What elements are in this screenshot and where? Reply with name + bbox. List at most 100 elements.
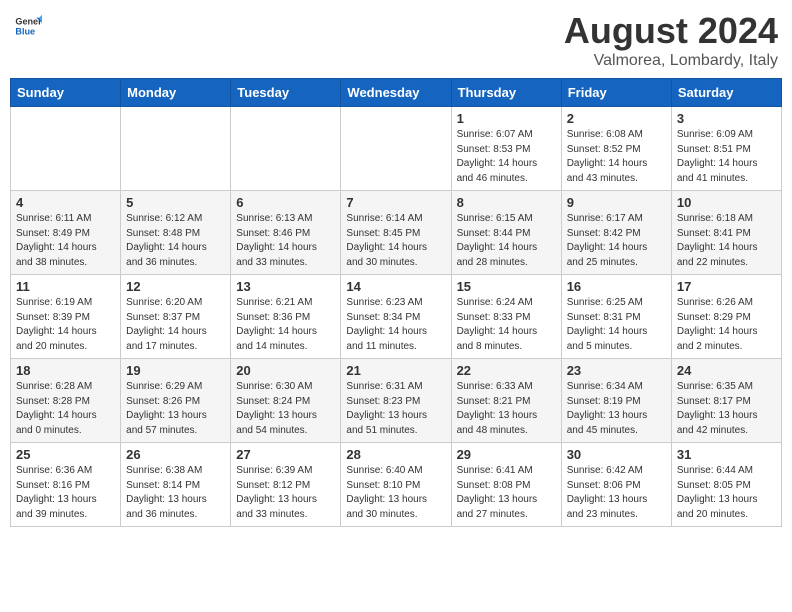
day-number: 20	[236, 363, 335, 378]
day-number: 23	[567, 363, 666, 378]
day-info: Sunrise: 6:26 AM Sunset: 8:29 PM Dayligh…	[677, 296, 776, 354]
table-row: 31 Sunrise: 6:44 AM Sunset: 8:05 PM Dayli…	[671, 443, 781, 527]
day-number: 1	[457, 111, 556, 126]
day-info: Sunrise: 6:30 AM Sunset: 8:24 PM Dayligh…	[236, 380, 335, 438]
day-info: Sunrise: 6:39 AM Sunset: 8:12 PM Dayligh…	[236, 464, 335, 522]
day-number: 28	[346, 447, 445, 462]
table-row: 7 Sunrise: 6:14 AM Sunset: 8:45 PM Daylig…	[341, 191, 451, 275]
title-area: August 2024 Valmorea, Lombardy, Italy	[564, 10, 778, 70]
table-row: 2Sunrise: 6:08 AM Sunset: 8:52 PM Daylig…	[561, 107, 671, 191]
day-number: 2	[567, 111, 666, 126]
table-row: 4Sunrise: 6:11 AM Sunset: 8:49 PM Daylig…	[11, 191, 121, 275]
table-row: 5 Sunrise: 6:12 AM Sunset: 8:48 PM Daylig…	[121, 191, 231, 275]
weekday-header-row: Sunday Monday Tuesday Wednesday Thursday…	[11, 79, 782, 107]
table-row	[121, 107, 231, 191]
table-row: 9 Sunrise: 6:17 AM Sunset: 8:42 PM Daylig…	[561, 191, 671, 275]
day-info: Sunrise: 6:44 AM Sunset: 8:05 PM Dayligh…	[677, 464, 776, 522]
day-number: 30	[567, 447, 666, 462]
location-subtitle: Valmorea, Lombardy, Italy	[564, 52, 778, 70]
table-row: 30 Sunrise: 6:42 AM Sunset: 8:06 PM Dayli…	[561, 443, 671, 527]
calendar-table: Sunday Monday Tuesday Wednesday Thursday…	[10, 78, 782, 527]
day-info: Sunrise: 6:38 AM Sunset: 8:14 PM Dayligh…	[126, 464, 225, 522]
day-info: Sunrise: 6:34 AM Sunset: 8:19 PM Dayligh…	[567, 380, 666, 438]
day-info: Sunrise: 6:14 AM Sunset: 8:45 PM Dayligh…	[346, 212, 445, 270]
day-number: 27	[236, 447, 335, 462]
header-monday: Monday	[121, 79, 231, 107]
table-row: 24 Sunrise: 6:35 AM Sunset: 8:17 PM Dayli…	[671, 359, 781, 443]
table-row: 13 Sunrise: 6:21 AM Sunset: 8:36 PM Dayli…	[231, 275, 341, 359]
table-row: 15Sunrise: 6:24 AM Sunset: 8:33 PM Dayli…	[451, 275, 561, 359]
table-row: 10 Sunrise: 6:18 AM Sunset: 8:41 PM Dayli…	[671, 191, 781, 275]
day-info: Sunrise: 6:31 AM Sunset: 8:23 PM Dayligh…	[346, 380, 445, 438]
logo: General Blue	[14, 10, 42, 40]
table-row: 26 Sunrise: 6:38 AM Sunset: 8:14 PM Dayli…	[121, 443, 231, 527]
day-info: Sunrise: 6:35 AM Sunset: 8:17 PM Dayligh…	[677, 380, 776, 438]
table-row: 27 Sunrise: 6:39 AM Sunset: 8:12 PM Dayli…	[231, 443, 341, 527]
day-number: 5	[126, 195, 225, 210]
table-row: 3Sunrise: 6:09 AM Sunset: 8:51 PM Daylig…	[671, 107, 781, 191]
day-number: 12	[126, 279, 225, 294]
day-number: 29	[457, 447, 556, 462]
table-row: 1 Sunrise: 6:07 AM Sunset: 8:53 PM Daylig…	[451, 107, 561, 191]
day-number: 8	[457, 195, 556, 210]
day-info: Sunrise: 6:42 AM Sunset: 8:06 PM Dayligh…	[567, 464, 666, 522]
day-info: Sunrise: 6:15 AM Sunset: 8:44 PM Dayligh…	[457, 212, 556, 270]
table-row: 12Sunrise: 6:20 AM Sunset: 8:37 PM Dayli…	[121, 275, 231, 359]
header-sunday: Sunday	[11, 79, 121, 107]
day-number: 21	[346, 363, 445, 378]
header-wednesday: Wednesday	[341, 79, 451, 107]
day-info: Sunrise: 6:09 AM Sunset: 8:51 PM Dayligh…	[677, 128, 776, 186]
table-row: 28 Sunrise: 6:40 AM Sunset: 8:10 PM Dayli…	[341, 443, 451, 527]
day-number: 25	[16, 447, 115, 462]
day-info: Sunrise: 6:13 AM Sunset: 8:46 PM Dayligh…	[236, 212, 335, 270]
month-year-title: August 2024	[564, 10, 778, 52]
day-number: 11	[16, 279, 115, 294]
day-number: 16	[567, 279, 666, 294]
day-number: 26	[126, 447, 225, 462]
day-info: Sunrise: 6:18 AM Sunset: 8:41 PM Dayligh…	[677, 212, 776, 270]
day-number: 7	[346, 195, 445, 210]
day-number: 4	[16, 195, 115, 210]
day-number: 31	[677, 447, 776, 462]
table-row: 17 Sunrise: 6:26 AM Sunset: 8:29 PM Dayli…	[671, 275, 781, 359]
table-row	[341, 107, 451, 191]
header-thursday: Thursday	[451, 79, 561, 107]
day-number: 19	[126, 363, 225, 378]
day-info: Sunrise: 6:36 AM Sunset: 8:16 PM Dayligh…	[16, 464, 115, 522]
header-tuesday: Tuesday	[231, 79, 341, 107]
table-row: 23 Sunrise: 6:34 AM Sunset: 8:19 PM Dayli…	[561, 359, 671, 443]
table-row: 8 Sunrise: 6:15 AM Sunset: 8:44 PM Daylig…	[451, 191, 561, 275]
table-row: 18 Sunrise: 6:28 AM Sunset: 8:28 PM Dayli…	[11, 359, 121, 443]
table-row: 22Sunrise: 6:33 AM Sunset: 8:21 PM Dayli…	[451, 359, 561, 443]
day-number: 9	[567, 195, 666, 210]
day-info: Sunrise: 6:21 AM Sunset: 8:36 PM Dayligh…	[236, 296, 335, 354]
table-row: 11 Sunrise: 6:19 AM Sunset: 8:39 PM Dayli…	[11, 275, 121, 359]
header-friday: Friday	[561, 79, 671, 107]
day-info: Sunrise: 6:19 AM Sunset: 8:39 PM Dayligh…	[16, 296, 115, 354]
table-row: 6 Sunrise: 6:13 AM Sunset: 8:46 PM Daylig…	[231, 191, 341, 275]
day-number: 17	[677, 279, 776, 294]
day-info: Sunrise: 6:12 AM Sunset: 8:48 PM Dayligh…	[126, 212, 225, 270]
day-info: Sunrise: 6:28 AM Sunset: 8:28 PM Dayligh…	[16, 380, 115, 438]
week-row-5: 25 Sunrise: 6:36 AM Sunset: 8:16 PM Dayli…	[11, 443, 782, 527]
day-info: Sunrise: 6:40 AM Sunset: 8:10 PM Dayligh…	[346, 464, 445, 522]
day-info: Sunrise: 6:17 AM Sunset: 8:42 PM Dayligh…	[567, 212, 666, 270]
table-row	[231, 107, 341, 191]
svg-text:Blue: Blue	[15, 26, 35, 36]
table-row: 25 Sunrise: 6:36 AM Sunset: 8:16 PM Dayli…	[11, 443, 121, 527]
day-info: Sunrise: 6:07 AM Sunset: 8:53 PM Dayligh…	[457, 128, 556, 186]
day-number: 22	[457, 363, 556, 378]
table-row: 16 Sunrise: 6:25 AM Sunset: 8:31 PM Dayli…	[561, 275, 671, 359]
day-number: 13	[236, 279, 335, 294]
day-info: Sunrise: 6:23 AM Sunset: 8:34 PM Dayligh…	[346, 296, 445, 354]
day-number: 10	[677, 195, 776, 210]
header: General Blue August 2024 Valmorea, Lomba…	[10, 10, 782, 70]
table-row: 19Sunrise: 6:29 AM Sunset: 8:26 PM Dayli…	[121, 359, 231, 443]
day-number: 6	[236, 195, 335, 210]
day-info: Sunrise: 6:24 AM Sunset: 8:33 PM Dayligh…	[457, 296, 556, 354]
day-number: 14	[346, 279, 445, 294]
day-number: 24	[677, 363, 776, 378]
week-row-1: 1 Sunrise: 6:07 AM Sunset: 8:53 PM Daylig…	[11, 107, 782, 191]
day-number: 18	[16, 363, 115, 378]
day-info: Sunrise: 6:25 AM Sunset: 8:31 PM Dayligh…	[567, 296, 666, 354]
